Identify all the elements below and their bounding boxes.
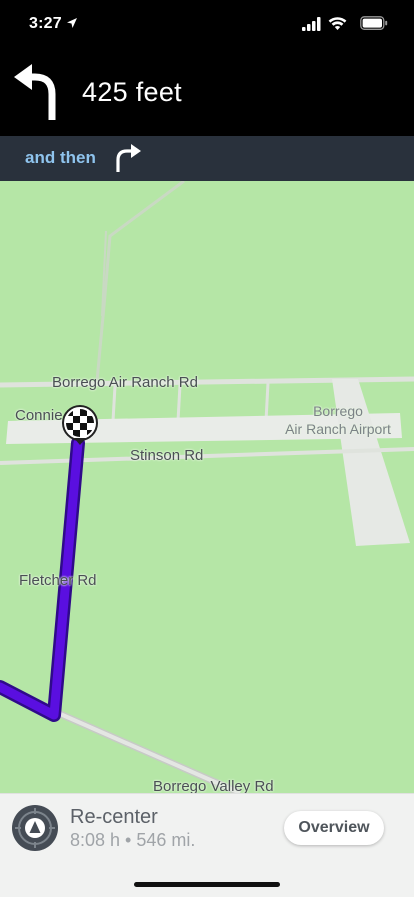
map-view[interactable]: Borrego Air Ranch Rd Connie Stinson Rd F… — [0, 181, 414, 793]
minor-road — [264, 382, 270, 422]
minor-road — [111, 385, 117, 422]
label-borrego-valley-rd: Borrego Valley Rd — [153, 778, 274, 793]
location-arrow-icon — [67, 18, 77, 28]
then-label: and then — [25, 148, 96, 167]
trip-info: 8:08 h • 546 mi. — [70, 830, 196, 850]
next-maneuver-bar: and then — [0, 136, 414, 181]
recenter-button[interactable] — [12, 805, 58, 851]
navigation-header: 425 feet — [0, 48, 414, 136]
overview-button[interactable]: Overview — [284, 811, 384, 845]
label-connie: Connie — [15, 407, 63, 424]
cellular-signal-icon — [302, 17, 321, 31]
compass-icon — [15, 808, 55, 848]
battery-icon — [360, 16, 388, 30]
home-indicator[interactable] — [134, 882, 280, 887]
label-airport: Borrego Air Ranch Airport — [278, 402, 398, 438]
label-fletcher-rd: Fletcher Rd — [19, 572, 97, 589]
turn-left-arrow-icon — [14, 64, 56, 120]
turn-right-arrow-icon — [116, 144, 141, 172]
map-canvas — [0, 181, 414, 793]
status-time: 3:27 — [29, 15, 62, 32]
recenter-label[interactable]: Re-center — [70, 806, 158, 829]
label-borrego-air-ranch-rd: Borrego Air Ranch Rd — [52, 374, 198, 391]
status-icons — [302, 15, 392, 35]
wifi-icon — [328, 17, 347, 30]
label-stinson-rd: Stinson Rd — [130, 447, 204, 464]
status-bar: 3:27 — [0, 0, 414, 48]
label-airport-line2: Air Ranch Airport — [285, 421, 391, 437]
label-airport-line1: Borrego — [313, 403, 363, 419]
maneuver-distance: 425 feet — [82, 77, 182, 107]
